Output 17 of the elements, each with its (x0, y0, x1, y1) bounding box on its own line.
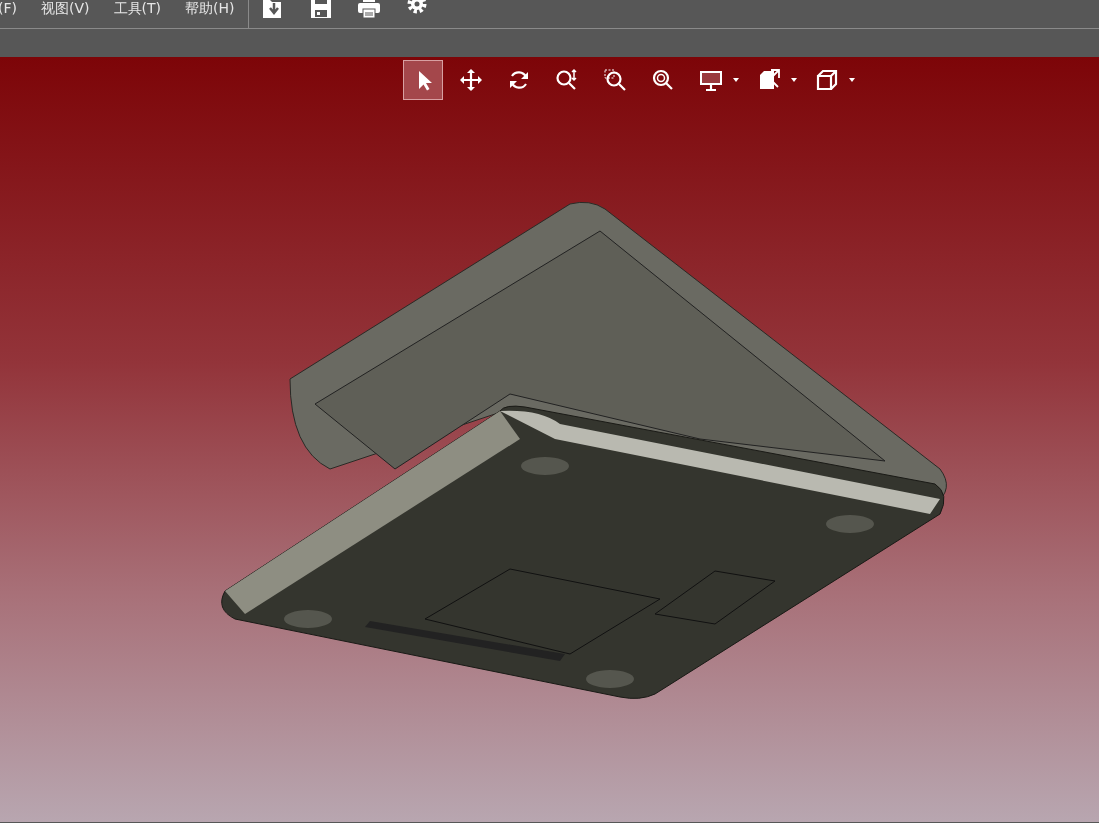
cube-icon (815, 68, 839, 92)
zoom-window-icon (603, 68, 627, 92)
select-tool-button[interactable] (403, 60, 443, 100)
menu-item[interactable]: 帮助(H) (173, 1, 247, 15)
menu-item[interactable]: 工具(T) (101, 1, 173, 15)
zoom-fit-icon (651, 68, 675, 92)
printer-icon[interactable] (357, 0, 382, 18)
monitor-icon (699, 68, 723, 92)
caret-icon[interactable] (733, 78, 739, 82)
menu-item[interactable]: (F) (0, 1, 29, 15)
zoom-icon (555, 68, 579, 92)
move-arrows-icon (459, 68, 483, 92)
section-box-icon (757, 68, 781, 92)
caret-icon[interactable] (791, 78, 797, 82)
rotate-icon (507, 68, 531, 92)
caret-icon[interactable] (849, 78, 855, 82)
menu-item[interactable]: 视图(V) (29, 1, 102, 15)
